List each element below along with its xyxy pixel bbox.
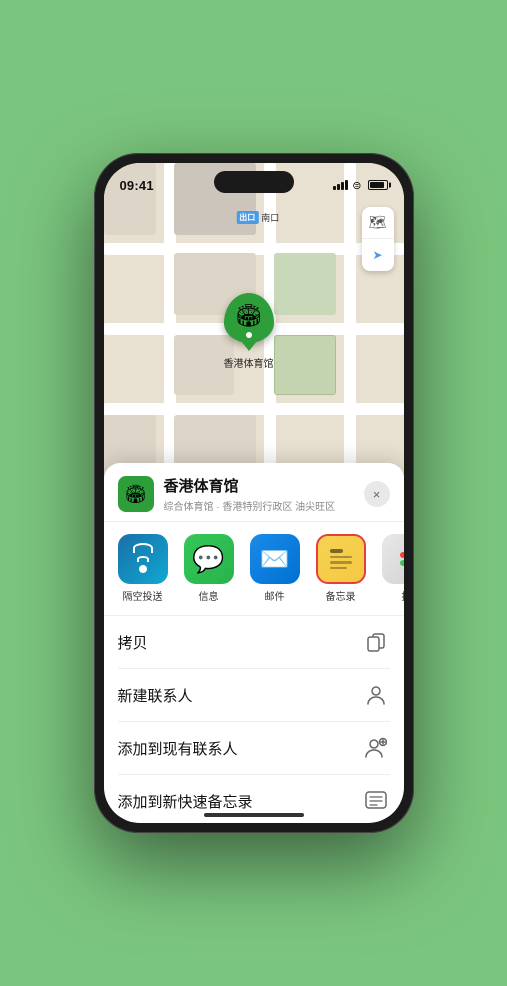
exit-tag: 出口	[236, 211, 258, 224]
app-item-messages[interactable]: 💬 信息	[180, 534, 238, 603]
messages-label: 信息	[199, 588, 219, 603]
dynamic-island	[214, 171, 294, 193]
sheet-info: 香港体育馆 综合体育馆 · 香港特别行政区 油尖旺区	[164, 475, 364, 513]
app-item-more[interactable]: 推	[378, 534, 404, 603]
notes-icon	[316, 534, 366, 584]
phone-frame: 09:41 ⊜	[94, 153, 414, 833]
notes-label: 备忘录	[326, 588, 356, 603]
battery-icon	[368, 180, 388, 190]
add-contact-label: 添加到现有联系人	[118, 738, 238, 759]
venue-subtitle: 综合体育馆 · 香港特别行政区 油尖旺区	[164, 498, 364, 513]
app-item-notes[interactable]: 备忘录	[312, 534, 370, 603]
airdrop-waves-icon	[133, 543, 153, 575]
signal-bars-icon	[333, 180, 348, 190]
mail-label: 邮件	[265, 588, 285, 603]
wifi-icon: ⊜	[352, 179, 361, 192]
airdrop-label: 隔空投送	[123, 588, 163, 603]
phone-screen: 09:41 ⊜	[104, 163, 404, 823]
venue-icon: 🏟	[118, 476, 154, 512]
action-list: 拷贝 新建联系人	[104, 616, 404, 823]
map-exit-label: 出口 南口	[236, 211, 279, 224]
venue-pin: 🏟 香港体育馆	[224, 293, 274, 370]
new-contact-label: 新建联系人	[118, 685, 193, 706]
quick-note-label: 添加到新快速备忘录	[118, 791, 253, 812]
copy-label: 拷贝	[118, 632, 148, 653]
more-dots-icon	[400, 552, 404, 566]
bottom-sheet: 🏟 香港体育馆 综合体育馆 · 香港特别行政区 油尖旺区 ×	[104, 463, 404, 823]
exit-name: 南口	[261, 211, 279, 224]
pin-label: 香港体育馆	[224, 355, 274, 370]
messages-icon: 💬	[184, 534, 234, 584]
app-item-mail[interactable]: ✉️ 邮件	[246, 534, 304, 603]
action-new-contact[interactable]: 新建联系人	[118, 669, 390, 722]
venue-name: 香港体育馆	[164, 475, 364, 496]
pin-icon: 🏟	[224, 293, 274, 343]
action-copy[interactable]: 拷贝	[118, 616, 390, 669]
copy-icon	[362, 628, 390, 656]
mail-icon: ✉️	[250, 534, 300, 584]
notes-lines-icon	[324, 543, 358, 576]
app-item-airdrop[interactable]: 隔空投送	[114, 534, 172, 603]
more-icon	[382, 534, 404, 584]
quick-note-icon	[362, 787, 390, 815]
map-type-button[interactable]: 🗺	[362, 207, 394, 239]
more-label: 推	[402, 588, 404, 603]
share-apps-row: 隔空投送 💬 信息 ✉️ 邮件	[104, 522, 404, 616]
status-time: 09:41	[120, 178, 154, 193]
close-button[interactable]: ×	[364, 481, 390, 507]
pin-emoji: 🏟	[235, 303, 263, 329]
map-controls: 🗺 ➤	[362, 207, 394, 271]
status-icons: ⊜	[333, 179, 387, 192]
location-button[interactable]: ➤	[362, 239, 394, 271]
airdrop-icon	[118, 534, 168, 584]
person-icon	[362, 681, 390, 709]
person-add-icon	[362, 734, 390, 762]
sheet-header: 🏟 香港体育馆 综合体育馆 · 香港特别行政区 油尖旺区 ×	[104, 463, 404, 522]
home-indicator	[204, 813, 304, 817]
action-add-contact[interactable]: 添加到现有联系人	[118, 722, 390, 775]
